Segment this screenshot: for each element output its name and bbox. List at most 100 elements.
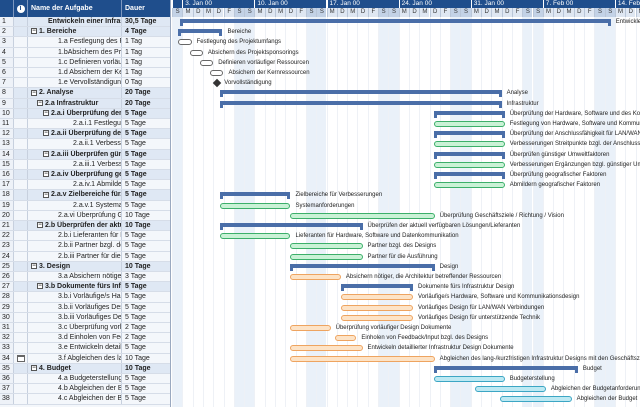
task-bar[interactable] <box>290 325 331 331</box>
task-name-cell[interactable]: −2.a.v Zielbereiche für... <box>28 190 122 200</box>
collapse-toggle[interactable]: − <box>43 191 49 198</box>
collapse-toggle[interactable]: − <box>31 262 37 269</box>
task-bar[interactable] <box>290 243 363 250</box>
duration-column-header[interactable]: Dauer <box>122 0 170 17</box>
duration-cell[interactable]: 0 Tag <box>122 78 170 87</box>
task-name-cell[interactable]: 2.a.i.1 Festlegung vo... <box>28 119 122 129</box>
duration-cell[interactable]: 5 Tage <box>122 201 170 210</box>
table-row[interactable]: 5 1.c Definieren vorläufiger 1 Tag <box>0 57 170 68</box>
task-bar[interactable] <box>340 314 413 321</box>
task-name-cell[interactable]: 2.a.iv.1 Abmildern ge... <box>28 180 122 190</box>
task-bar[interactable] <box>290 253 363 260</box>
task-bar[interactable] <box>433 121 505 127</box>
task-name-cell[interactable]: −2.a.ii Überprüfung der... <box>28 129 122 139</box>
task-name-cell[interactable]: 3.d Einholen von Feedbac... <box>28 333 122 343</box>
table-row[interactable]: 17 2.a.iv.1 Abmildern ge... 5 Tage <box>0 180 170 191</box>
summary-bar[interactable] <box>340 284 414 292</box>
duration-cell[interactable]: 5 Tage <box>122 139 170 148</box>
task-name-cell[interactable]: 1.a Festlegung des Projek... <box>28 37 122 47</box>
duration-cell[interactable]: 20 Tage <box>122 88 170 97</box>
task-name-cell[interactable]: 2.b.iii Partner für die Au... <box>28 251 122 261</box>
duration-cell[interactable]: 5 Tage <box>122 241 170 250</box>
task-name-cell[interactable]: 3.b.iii Vorläufiges Desig... <box>28 312 122 322</box>
table-row[interactable]: 34 3.f Abgleichen des lang-/k... 10 Tage <box>0 353 170 364</box>
table-row[interactable]: 11 2.a.i.1 Festlegung vo... 5 Tage <box>0 119 170 130</box>
task-name-cell[interactable]: 2.a.iii.1 Verbesserun... <box>28 159 122 169</box>
duration-cell[interactable]: 5 Tage <box>122 252 170 261</box>
collapse-toggle[interactable]: − <box>37 222 43 229</box>
task-name-cell[interactable]: 1.c Definieren vorläufiger <box>28 57 122 67</box>
duration-cell[interactable]: 5 Tage <box>122 109 170 118</box>
summary-bar[interactable] <box>220 192 291 200</box>
task-bar[interactable] <box>433 376 505 382</box>
duration-cell[interactable]: 5 Tage <box>122 190 170 199</box>
task-name-cell[interactable]: 4.b Abgleichen der Budge... <box>28 384 122 394</box>
duration-cell[interactable]: 3 Tage <box>122 272 170 281</box>
table-row[interactable]: 18 −2.a.v Zielbereiche für... 5 Tage <box>0 190 170 201</box>
collapse-toggle[interactable]: − <box>37 99 43 106</box>
table-row[interactable]: 28 3.b.i Vorläufige/s Hard... 5 Tage <box>0 292 170 303</box>
summary-bar[interactable] <box>180 19 611 26</box>
table-row[interactable]: 6 1.d Absichern der Kernres... 1 Tag <box>0 68 170 79</box>
duration-cell[interactable]: 1 Tag <box>122 58 170 67</box>
table-row[interactable]: 1 Entwickeln einer Infrastruktur 30,5 Ta… <box>0 17 170 28</box>
duration-cell[interactable]: 1 Tag <box>122 68 170 77</box>
task-bar[interactable] <box>334 335 357 342</box>
task-name-cell[interactable]: 2.b.ii Partner bzgl. des... <box>28 241 122 251</box>
task-name-cell[interactable]: 3.b.ii Vorläufiges Desig... <box>28 302 122 312</box>
duration-cell[interactable]: 5 Tage <box>122 374 170 383</box>
table-row[interactable]: 22 2.b.i Lieferanten für Har... 5 Tage <box>0 231 170 242</box>
table-row[interactable]: 12 −2.a.ii Überprüfung der... 5 Tage <box>0 129 170 140</box>
table-row[interactable]: 33 3.e Entwickeln detaillierter... 5 Tag… <box>0 343 170 354</box>
duration-cell[interactable]: 10 Tage <box>122 364 170 373</box>
summary-bar[interactable] <box>433 131 505 139</box>
task-name-cell[interactable]: 2.a.v.1 Systemanford... <box>28 200 122 210</box>
table-row[interactable]: 2 −1. Bereiche 4 Tage <box>0 27 170 38</box>
task-bar[interactable] <box>178 39 192 46</box>
task-bar[interactable] <box>220 233 291 240</box>
task-name-cell[interactable]: 4.a Budgeterstellung <box>28 374 122 384</box>
table-row[interactable]: 37 4.b Abgleichen der Budge... 5 Tage <box>0 384 170 395</box>
collapse-toggle[interactable]: − <box>43 171 49 178</box>
task-name-cell[interactable]: 3.b.i Vorläufige/s Hard... <box>28 292 122 302</box>
task-name-cell[interactable]: −2.a.iv Überprüfung ge... <box>28 170 122 180</box>
table-row[interactable]: 32 3.d Einholen von Feedbac... 2 Tage <box>0 333 170 344</box>
table-row[interactable]: 16 −2.a.iv Überprüfung ge... 5 Tage <box>0 170 170 181</box>
task-name-cell[interactable]: 1.e Vervollständigung <box>28 78 122 88</box>
table-row[interactable]: 24 2.b.iii Partner für die Au... 5 Tage <box>0 251 170 262</box>
task-name-cell[interactable]: −4. Budget <box>28 363 122 373</box>
table-row[interactable]: 15 2.a.iii.1 Verbesserun... 5 Tage <box>0 159 170 170</box>
duration-cell[interactable]: 1 Tag <box>122 37 170 46</box>
table-row[interactable]: 35 −4. Budget 10 Tage <box>0 363 170 374</box>
collapse-toggle[interactable]: − <box>31 89 37 96</box>
duration-cell[interactable]: 5 Tage <box>122 282 170 291</box>
duration-cell[interactable]: 5 Tage <box>122 384 170 393</box>
task-bar[interactable] <box>433 182 505 189</box>
task-name-cell[interactable]: −2.a Infrastruktur <box>28 98 122 108</box>
task-name-cell[interactable]: −3.b Dokumente fürs Infr... <box>28 282 122 292</box>
duration-cell[interactable]: 5 Tage <box>122 150 170 159</box>
duration-cell[interactable]: 10 Tage <box>122 262 170 271</box>
duration-cell[interactable]: 10 Tage <box>122 211 170 220</box>
summary-bar[interactable] <box>290 263 435 271</box>
collapse-toggle[interactable]: − <box>43 109 49 116</box>
task-bar[interactable] <box>290 212 435 219</box>
task-name-cell[interactable]: −3. Design <box>28 261 122 271</box>
duration-cell[interactable]: 2 Tage <box>122 333 170 342</box>
summary-bar[interactable] <box>433 172 505 179</box>
table-row[interactable]: 26 3.a Absichern nötiger, die... 3 Tage <box>0 272 170 283</box>
task-name-cell[interactable]: −2. Analyse <box>28 88 122 98</box>
task-bar[interactable] <box>189 49 203 56</box>
table-row[interactable]: 14 −2.a.iii Überprüfen gün... 5 Tage <box>0 149 170 160</box>
collapse-toggle[interactable]: − <box>37 283 43 290</box>
task-bar[interactable] <box>199 59 214 66</box>
duration-cell[interactable]: 5 Tage <box>122 343 170 352</box>
task-name-cell[interactable]: Entwickeln einer Infrastruktur <box>28 17 122 27</box>
task-name-cell[interactable]: 3.a Absichern nötiger, die... <box>28 272 122 282</box>
task-bar[interactable] <box>210 70 224 76</box>
task-bar[interactable] <box>220 202 291 209</box>
table-row[interactable]: 25 −3. Design 10 Tage <box>0 261 170 272</box>
summary-bar[interactable] <box>433 365 578 373</box>
task-bar[interactable] <box>499 396 572 403</box>
table-row[interactable]: 38 4.c Abgleichen der Budget... 5 Tage <box>0 394 170 405</box>
